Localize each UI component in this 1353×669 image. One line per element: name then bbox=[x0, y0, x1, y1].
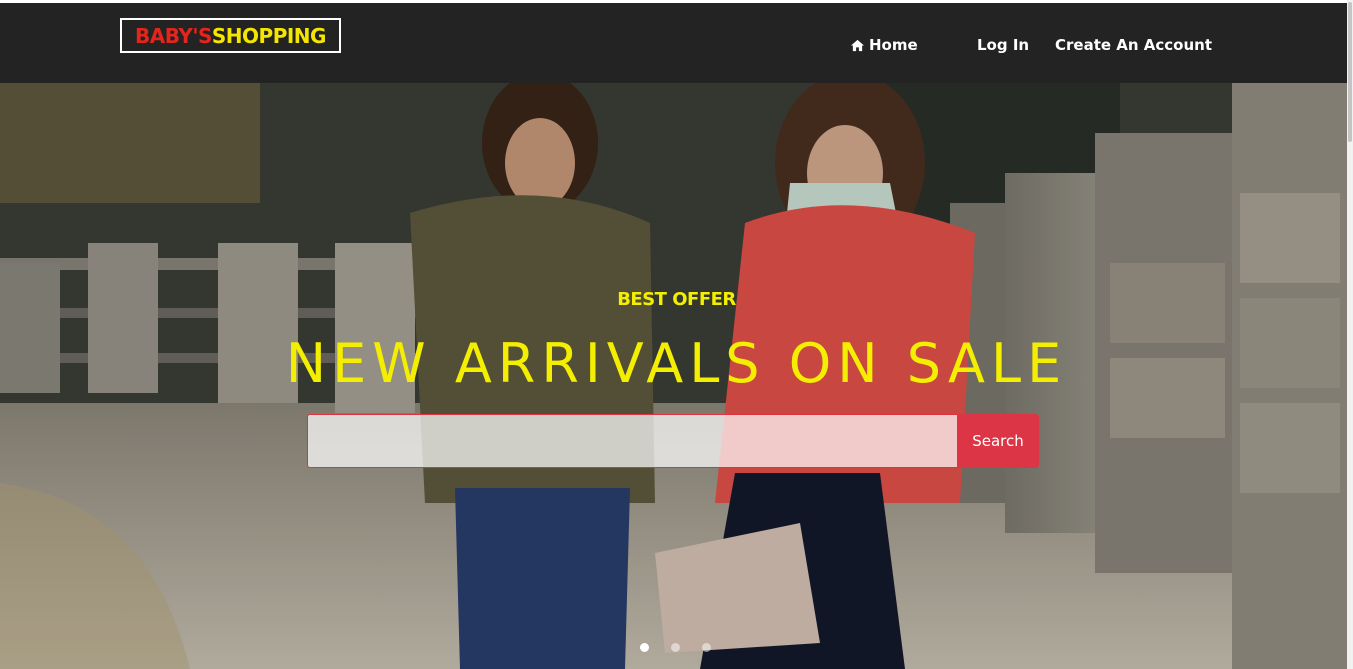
brand-logo[interactable]: BABY'S SHOPPING bbox=[120, 18, 341, 53]
search-button[interactable]: Search bbox=[957, 414, 1039, 468]
offer-label: BEST OFFER bbox=[617, 289, 736, 310]
search-input[interactable] bbox=[307, 414, 957, 468]
search-form: Search bbox=[307, 414, 1039, 468]
brand-part-1: BABY'S bbox=[135, 23, 212, 48]
page-scrollbar[interactable] bbox=[1347, 0, 1353, 669]
carousel-indicators bbox=[640, 643, 711, 652]
nav-home-link[interactable]: Home bbox=[850, 35, 918, 55]
nav-home-label: Home bbox=[869, 36, 918, 54]
carousel-indicator-1[interactable] bbox=[640, 643, 649, 652]
carousel-indicator-2[interactable] bbox=[671, 643, 680, 652]
hero-headline: NEW ARRIVALS ON SALE bbox=[285, 332, 1068, 395]
nav-create-account-link[interactable]: Create An Account bbox=[1055, 35, 1212, 55]
home-icon bbox=[851, 39, 864, 51]
navbar: BABY'S SHOPPING Home Log In Create An Ac… bbox=[0, 3, 1353, 83]
scrollbar-thumb[interactable] bbox=[1348, 2, 1352, 142]
carousel-indicator-3[interactable] bbox=[702, 643, 711, 652]
nav-login-link[interactable]: Log In bbox=[977, 35, 1029, 55]
brand-part-2: SHOPPING bbox=[211, 23, 327, 48]
